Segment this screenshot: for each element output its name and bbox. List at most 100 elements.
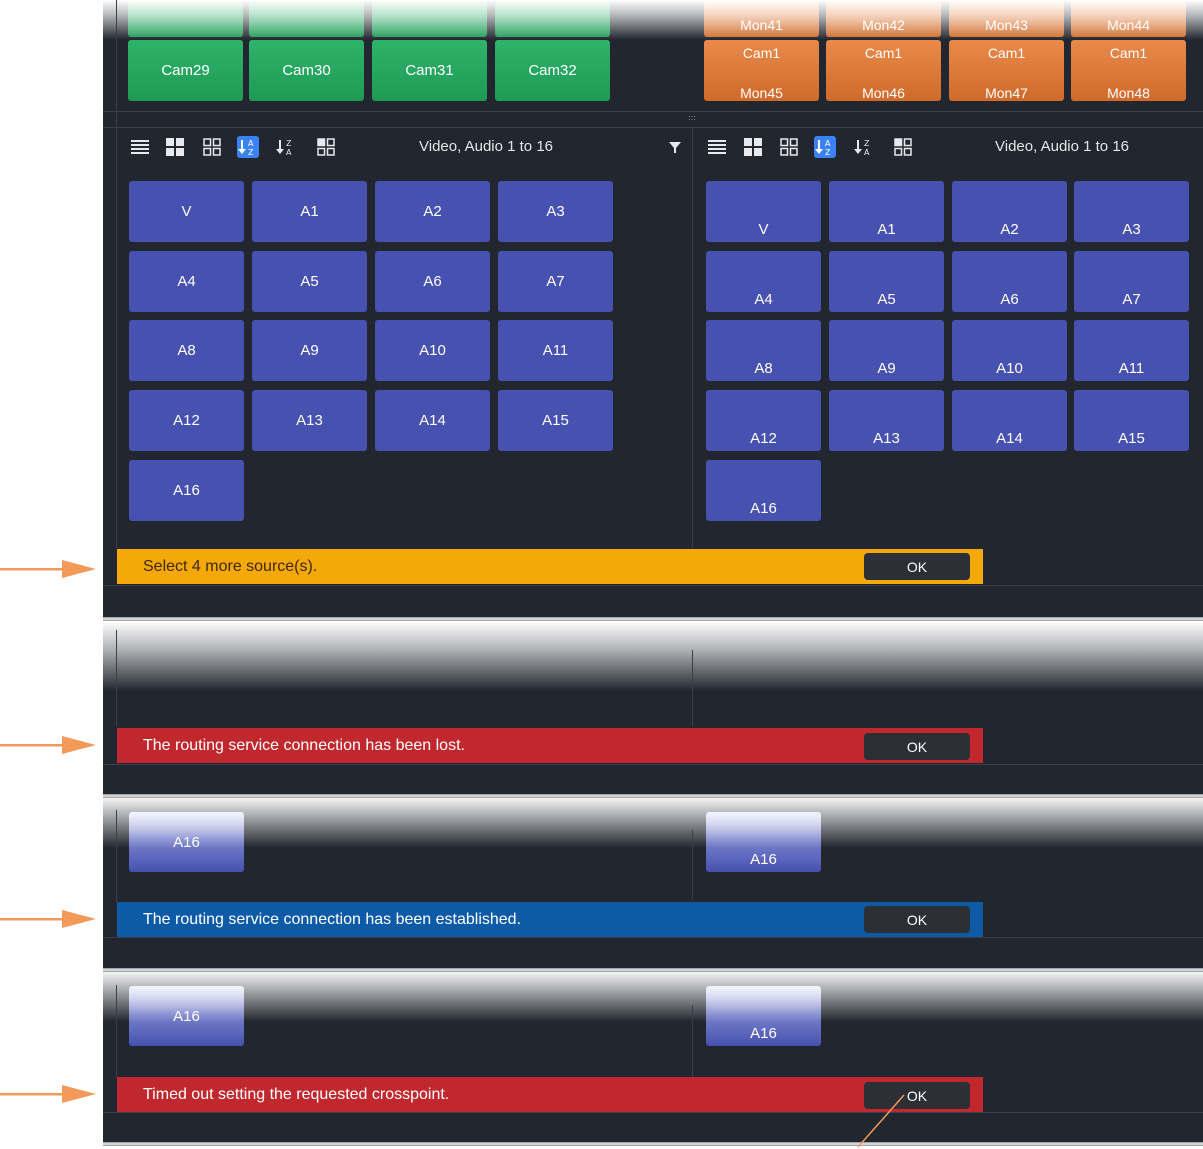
left-filter-label: Video, Audio 1 to 16 (419, 138, 554, 155)
channel-tile-label: A11 (542, 342, 569, 359)
left-pane-edge (116, 810, 117, 902)
channel-tile-a3[interactable]: A3 (1074, 181, 1189, 242)
channel-tile-label: A5 (877, 291, 896, 308)
destination-tile-cam31[interactable]: Cam31 (372, 40, 487, 101)
channel-tile-label: A14 (996, 430, 1023, 447)
channel-tile-a12[interactable]: A12 (706, 390, 821, 451)
channel-tile-a6[interactable]: A6 (375, 251, 490, 312)
monitor-tile-faded: Mon41 (704, 0, 819, 37)
channel-tile-label: A1 (300, 203, 319, 220)
monitor-tile-faded: Mon43 (949, 0, 1064, 37)
channel-tile-a10[interactable]: A10 (952, 320, 1067, 381)
sort-descending-icon[interactable]: ZA (853, 136, 875, 158)
sort-descending-icon[interactable]: ZA (275, 136, 297, 158)
svg-text:Z: Z (864, 139, 870, 148)
large-tiles-icon[interactable] (164, 136, 186, 158)
sort-ascending-icon[interactable]: AZ (814, 136, 836, 158)
svg-text:A: A (286, 148, 292, 157)
channel-tile-label: A6 (423, 273, 442, 290)
monitor-tile-mon45[interactable]: Cam1 Mon45 (704, 40, 819, 101)
channel-tile-a13[interactable]: A13 (829, 390, 944, 451)
channel-tile-a5[interactable]: A5 (829, 251, 944, 312)
channel-tile-label: A12 (173, 412, 200, 429)
svg-text:Z: Z (825, 148, 831, 157)
channel-tile-a5[interactable]: A5 (252, 251, 367, 312)
channel-tile-a6[interactable]: A6 (952, 251, 1067, 312)
channel-tile-a15[interactable]: A15 (1074, 390, 1189, 451)
channel-tile-a1[interactable]: A1 (829, 181, 944, 242)
tile-source-label: Cam1 (864, 45, 903, 61)
left-pane-edge (116, 630, 117, 726)
message-text: The routing service connection has been … (143, 736, 465, 754)
sort-ascending-icon[interactable]: AZ (237, 136, 259, 158)
channel-tile-a16[interactable]: A16 (706, 460, 821, 521)
small-tiles-icon[interactable] (201, 136, 223, 158)
channel-tile-a4[interactable]: A4 (129, 251, 244, 312)
pane-divider (692, 830, 693, 900)
channel-tile-label: A15 (542, 412, 569, 429)
channel-tile-v[interactable]: V (129, 181, 244, 242)
filter-icon[interactable] (664, 136, 686, 158)
destination-tile-cam32[interactable]: Cam32 (495, 40, 610, 101)
channel-tile-a16[interactable]: A16 (129, 986, 244, 1046)
channel-tile-a14[interactable]: A14 (375, 390, 490, 451)
channel-tile-a8[interactable]: A8 (706, 320, 821, 381)
message-text: Select 4 more source(s). (143, 557, 318, 575)
channel-tile-v[interactable]: V (706, 181, 821, 242)
callout-arrow-icon (0, 910, 96, 928)
channel-tile-a16[interactable]: A16 (129, 460, 244, 521)
channel-tile-label: A3 (546, 203, 565, 220)
channel-tile-label: A10 (419, 342, 446, 359)
channel-tile-a14[interactable]: A14 (952, 390, 1067, 451)
channel-tile-a13[interactable]: A13 (252, 390, 367, 451)
destination-tile-faded (128, 0, 243, 37)
channel-tile-a9[interactable]: A9 (252, 320, 367, 381)
channel-tile-a2[interactable]: A2 (952, 181, 1067, 242)
channel-tile-a16[interactable]: A16 (129, 812, 244, 872)
small-tiles-icon[interactable] (778, 136, 800, 158)
channel-tile-a11[interactable]: A11 (1074, 320, 1189, 381)
channel-tile-a12[interactable]: A12 (129, 390, 244, 451)
list-view-icon[interactable] (129, 136, 151, 158)
channel-tile-a15[interactable]: A15 (498, 390, 613, 451)
tile-dest-label: Mon45 (740, 85, 783, 101)
pane-divider (692, 128, 693, 548)
channel-tile-label: A9 (877, 360, 896, 377)
grid-options-icon[interactable] (315, 136, 337, 158)
channel-tile-a11[interactable]: A11 (498, 320, 613, 381)
channel-tile-a10[interactable]: A10 (375, 320, 490, 381)
callout-arrow-icon (0, 736, 96, 754)
pane-divider (692, 650, 693, 726)
svg-text:Z: Z (286, 139, 292, 148)
channel-tile-a3[interactable]: A3 (498, 181, 613, 242)
monitor-tile-mon47[interactable]: Cam1 Mon47 (949, 40, 1064, 101)
channel-tile-a1[interactable]: A1 (252, 181, 367, 242)
channel-tile-label: V (181, 203, 192, 220)
pane-divider (692, 1005, 693, 1077)
channel-tile-a8[interactable]: A8 (129, 320, 244, 381)
ok-button[interactable]: OK (864, 906, 970, 933)
channel-tile-label: A8 (177, 342, 196, 359)
channel-tile-a16[interactable]: A16 (706, 986, 821, 1046)
monitor-tile-mon46[interactable]: Cam1 Mon46 (826, 40, 941, 101)
destination-tile-cam29[interactable]: Cam29 (128, 40, 243, 101)
channel-tile-a7[interactable]: A7 (498, 251, 613, 312)
channel-tile-a2[interactable]: A2 (375, 181, 490, 242)
ok-button[interactable]: OK (864, 733, 970, 760)
ok-button[interactable]: OK (864, 553, 970, 580)
monitor-tile-mon48[interactable]: Cam1 Mon48 (1071, 40, 1186, 101)
destination-tile-cam30[interactable]: Cam30 (249, 40, 364, 101)
right-filter-label: Video, Audio 1 to 16 (995, 138, 1130, 155)
channel-tile-label: A15 (1118, 430, 1145, 447)
channel-tile-a7[interactable]: A7 (1074, 251, 1189, 312)
destination-tile-faded (372, 0, 487, 37)
channel-tile-a4[interactable]: A4 (706, 251, 821, 312)
splitter-grip[interactable]: ::: (685, 114, 699, 122)
message-bar-select-sources: Select 4 more source(s). (117, 549, 983, 584)
svg-text:Z: Z (248, 148, 254, 157)
list-view-icon[interactable] (706, 136, 728, 158)
channel-tile-a9[interactable]: A9 (829, 320, 944, 381)
channel-tile-a16[interactable]: A16 (706, 812, 821, 872)
grid-options-icon[interactable] (892, 136, 914, 158)
large-tiles-icon[interactable] (742, 136, 764, 158)
